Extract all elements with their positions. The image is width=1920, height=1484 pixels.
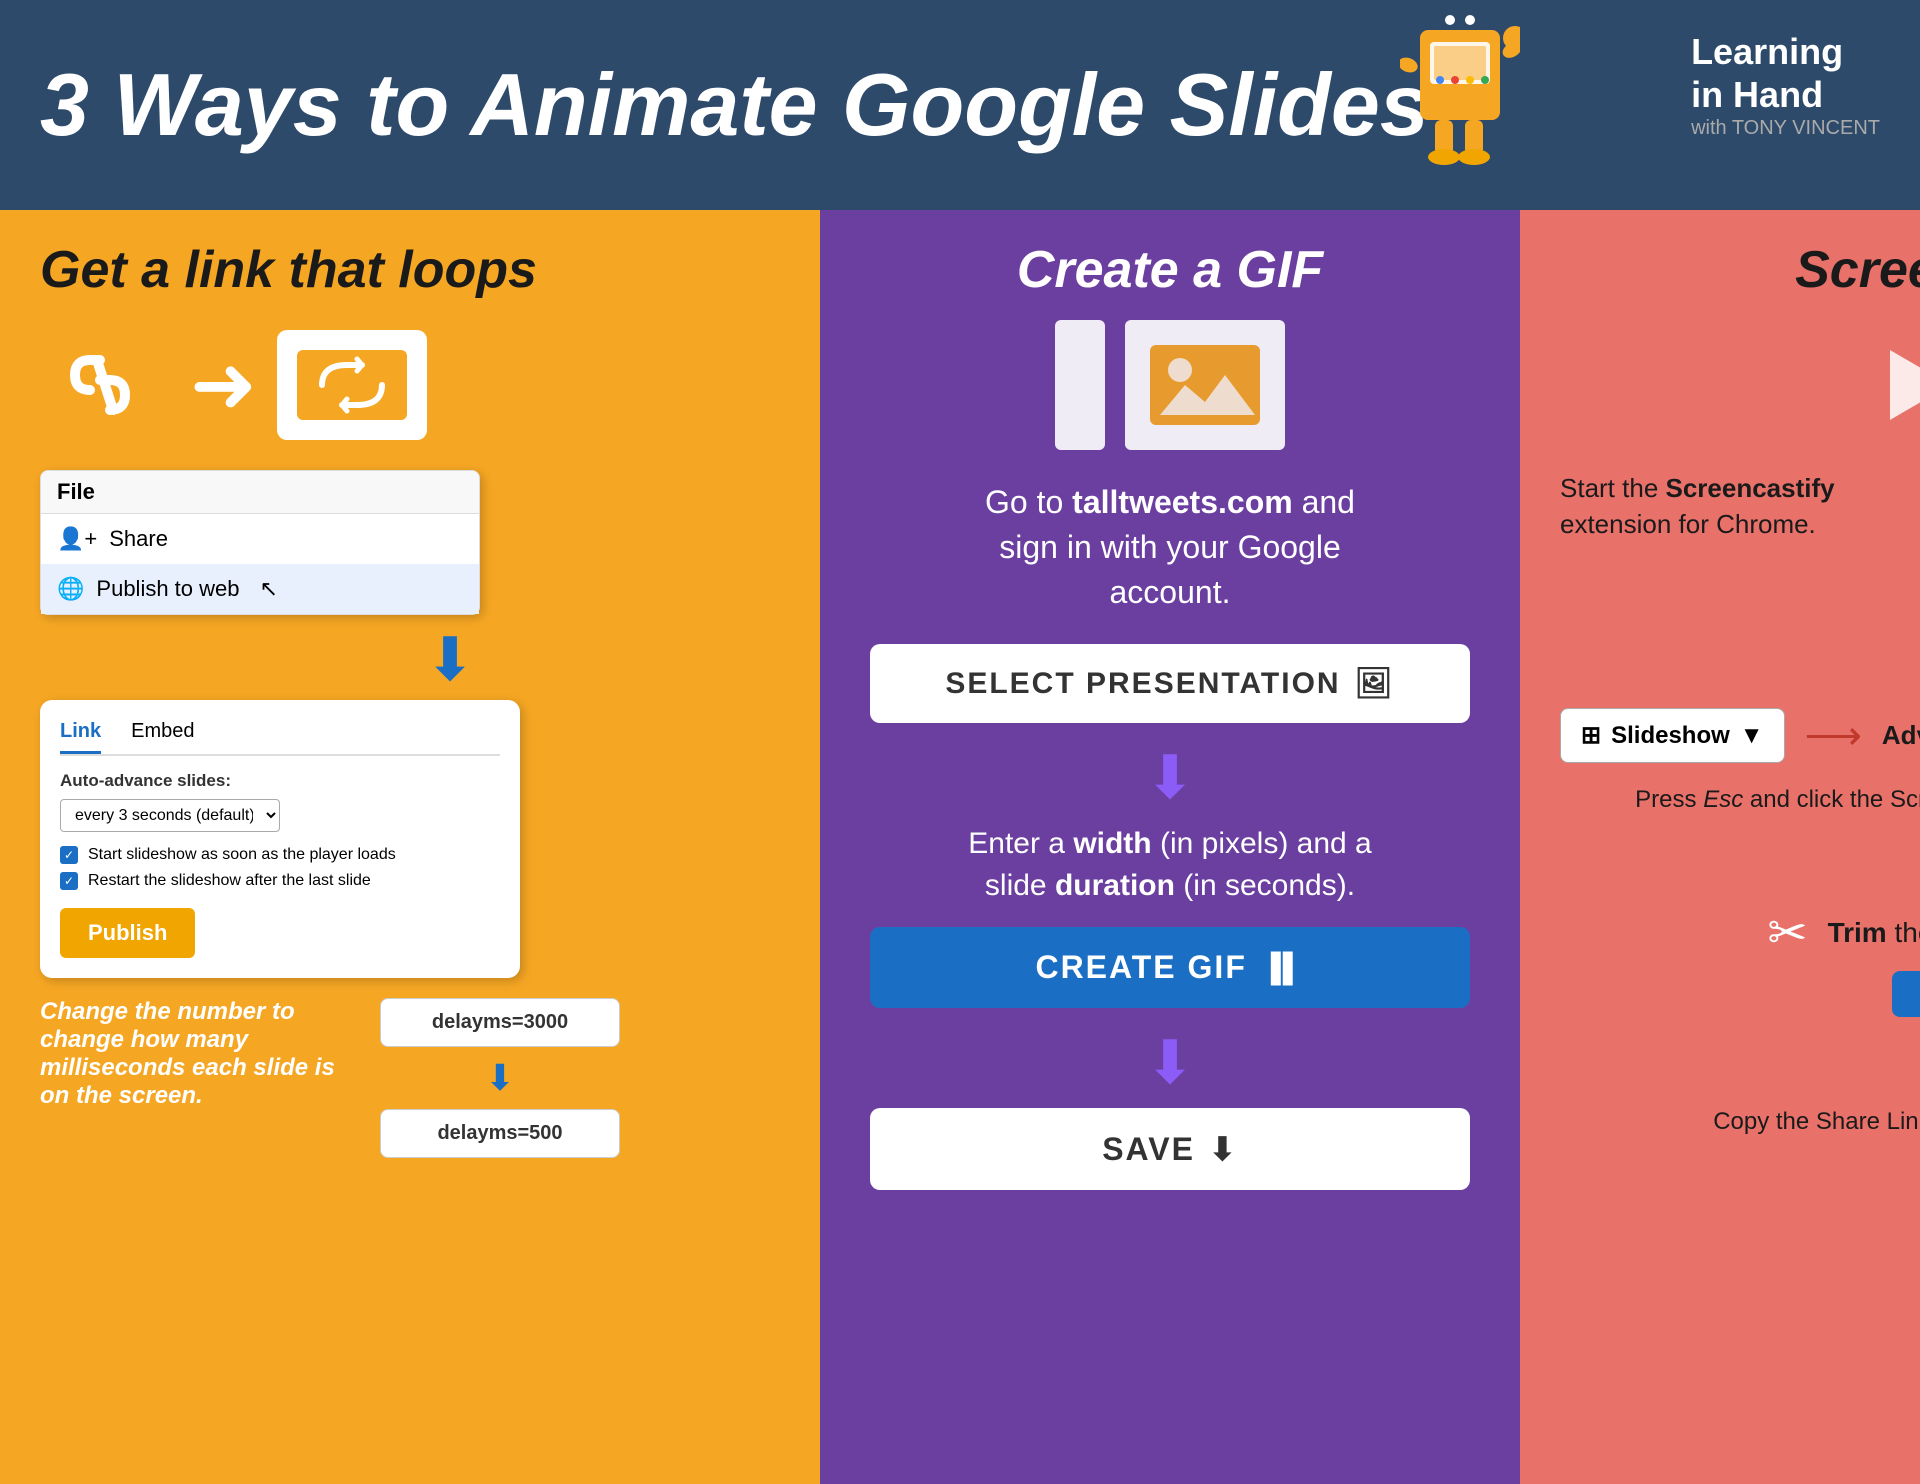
col3-trim-section: ✂ Trim the start and end. ✂ (1560, 905, 1920, 961)
red-arrow-down-2: ⬇ (1560, 1037, 1920, 1095)
col1-loops: Get a link that loops ➜ (0, 210, 820, 1484)
col2-intro-text: Go to talltweets.com and sign in with yo… (985, 480, 1355, 614)
tab-link[interactable]: Link (60, 720, 101, 754)
col2-mid-text: Enter a width (in pixels) and a slide du… (968, 823, 1371, 907)
scissors-icon-left: ✂ (1767, 905, 1807, 961)
cursor-indicator: ↖ (260, 576, 278, 602)
file-menu-header: File (41, 471, 479, 514)
publish-button[interactable]: Publish (60, 908, 195, 958)
checkbox-2[interactable]: ✓ (60, 872, 78, 890)
col1-bottom: Change the number to change how many mil… (40, 998, 780, 1158)
share-menu-item[interactable]: 👤+ Share (41, 514, 479, 564)
checkbox-1[interactable]: ✓ (60, 846, 78, 864)
save-button[interactable]: SAVE ⬇ (870, 1108, 1470, 1190)
image-icon: 🖼 (1355, 666, 1395, 701)
col3-top-text: Start the Screencastify extension for Ch… (1560, 470, 1900, 543)
auto-advance-label: Auto-advance slides: (60, 771, 500, 791)
header: 3 Ways to Animate Google Slides (0, 0, 1920, 210)
col3-screenrecord: Screen record Start the Screencastify ex… (1520, 210, 1920, 1484)
blue-arrow-down: ⬇ (120, 630, 780, 690)
col1-description: Change the number to change how many mil… (40, 998, 340, 1110)
mascot-icon (1400, 10, 1560, 200)
slideshow-button[interactable]: ⊞ Slideshow ▼ (1560, 708, 1785, 763)
advance-slides-text: Advance the slides. (1882, 719, 1920, 753)
publish-dialog: Link Embed Auto-advance slides: every 3 … (40, 700, 520, 978)
create-gif-button[interactable]: CREATE GIF ▐▌ (870, 927, 1470, 1008)
save-trim-button[interactable]: Save trim (1892, 971, 1920, 1017)
gif-bar-icon: ▐▌ (1261, 952, 1305, 984)
col3-export-text: Copy the Share Link or export as a video… (1560, 1105, 1920, 1139)
share-icon: 👤+ (57, 526, 97, 552)
gif-tall-icon (1055, 320, 1105, 450)
url-text: talltweets.com (1072, 484, 1293, 520)
arrow-icon: ➜ (190, 345, 257, 425)
download-icon: ⬇ (1209, 1130, 1238, 1168)
checkbox-row-2: ✓ Restart the slideshow after the last s… (60, 872, 500, 890)
orange-arrow-right: ⟶ (1805, 713, 1862, 759)
delay-box-2: delayms=500 (380, 1109, 620, 1158)
delay-box-1: delayms=3000 (380, 998, 620, 1047)
main-content: Get a link that loops ➜ (0, 210, 1920, 1484)
col2-gif: Create a GIF Go to talltweets.com and si… (820, 210, 1520, 1484)
publish-menu-item[interactable]: 🌐 Publish to web ↖ (41, 564, 479, 614)
col3-mid-section: ⊞ Slideshow ▼ ⟶ Advance the slides. (1560, 708, 1920, 763)
small-blue-arrow: ⬇ (380, 1057, 620, 1099)
page-title: 3 Ways to Animate Google Slides (40, 61, 1880, 149)
col2-heading: Create a GIF (1017, 240, 1323, 300)
col1-icons: ➜ (40, 320, 780, 450)
col3-top-section: Start the Screencastify extension for Ch… (1560, 470, 1920, 688)
gif-icons (1055, 320, 1285, 450)
brand-logo: Learning in Hand with TONY VINCENT (1691, 30, 1880, 140)
file-menu: File 👤+ Share 🌐 Publish to web ↖ (40, 470, 480, 615)
dropdown-arrow: ▼ (1740, 722, 1764, 750)
tab-embed[interactable]: Embed (131, 720, 194, 754)
purple-arrow-2: ⬇ (1145, 1028, 1195, 1098)
chain-icon (40, 320, 170, 450)
globe-icon: 🌐 (57, 576, 84, 602)
loop-icon (277, 330, 427, 440)
delay-boxes: delayms=3000 ⬇ delayms=500 (380, 998, 620, 1158)
col3-stop-text: Press Esc and click the Screencastify bu… (1560, 783, 1920, 817)
checkbox-row-1: ✓ Start slideshow as soon as the player … (60, 846, 500, 864)
auto-advance-select[interactable]: every 3 seconds (default) (60, 799, 280, 832)
col3-heading: Screen record (1560, 240, 1920, 300)
col1-heading: Get a link that loops (40, 240, 780, 300)
gif-img-icon (1125, 320, 1285, 450)
publish-tabs: Link Embed (60, 720, 500, 756)
trim-text: Trim the start and end. (1828, 917, 1920, 949)
red-arrow-down: ⬇ (1560, 837, 1920, 895)
select-presentation-button[interactable]: SELECT PRESENTATION 🖼 (870, 644, 1470, 723)
screencast-play-icon (1560, 320, 1920, 450)
slideshow-icon: ⊞ (1581, 721, 1601, 750)
purple-arrow-1: ⬇ (1145, 743, 1195, 813)
